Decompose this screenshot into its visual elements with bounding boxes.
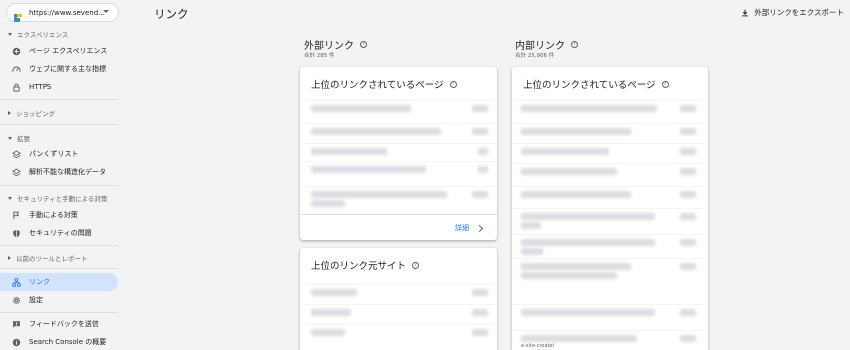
section-legacy-tools[interactable]: 以前のツールとレポート <box>8 253 88 263</box>
table-row[interactable] <box>300 323 497 340</box>
table-row[interactable] <box>512 142 708 159</box>
divider <box>0 99 118 100</box>
chevron-down-icon <box>103 10 109 13</box>
layers-icon <box>12 150 21 159</box>
divider <box>0 268 118 269</box>
layers-icon <box>12 168 21 177</box>
property-url: https://www.sevend... <box>29 8 105 17</box>
card-title: 上位のリンク元サイト? <box>311 258 420 272</box>
lock-icon <box>12 83 21 92</box>
sidebar-item-page-experience[interactable]: ページ エクスペリエンス <box>0 42 118 60</box>
collapse-icon <box>8 196 12 200</box>
table-row[interactable] <box>300 185 497 209</box>
download-icon <box>742 9 749 16</box>
expand-icon <box>8 256 11 260</box>
expand-icon <box>8 111 11 115</box>
table-row[interactable] <box>512 122 708 139</box>
collapse-icon <box>8 136 12 140</box>
table-row[interactable] <box>300 122 497 139</box>
table-row[interactable] <box>300 160 497 177</box>
sidebar-item-core-web-vitals[interactable]: ウェブに関する主な指標 <box>0 60 118 78</box>
divider <box>300 214 497 215</box>
internal-links-total: 合計 25,906 件 <box>515 53 555 59</box>
table-row[interactable] <box>512 162 708 179</box>
table-row[interactable] <box>300 142 497 159</box>
links-icon <box>12 277 21 287</box>
gear-icon <box>12 296 21 305</box>
speed-icon <box>12 65 21 74</box>
help-icon[interactable]: ? <box>360 41 367 48</box>
feedback-icon <box>12 320 21 329</box>
sidebar: https://www.sevend... エクスペリエンス ページ エクスペリ… <box>0 0 126 350</box>
help-icon[interactable]: ? <box>449 80 457 88</box>
table-row[interactable] <box>512 207 708 231</box>
sidebar-item-security-issues[interactable]: セキュリティの問題 <box>0 224 118 242</box>
table-row[interactable] <box>512 185 708 202</box>
sidebar-item-unparsable-structured-data[interactable]: 解析不能な構造化データ <box>0 163 118 181</box>
divider <box>0 185 118 186</box>
section-enhancements[interactable]: 拡張 <box>8 133 30 143</box>
external-links-heading: 外部リンク? <box>304 37 367 52</box>
collapse-icon <box>8 32 12 36</box>
top-linking-sites-card: 上位のリンク元サイト? <box>300 248 497 350</box>
divider <box>0 124 118 125</box>
page-experience-icon <box>12 47 21 56</box>
section-experience[interactable]: エクスペリエンス <box>8 29 68 39</box>
top-linked-pages-external-card: 上位のリンクされているページ? 詳細 <box>300 67 497 240</box>
card-title: 上位のリンクされているページ? <box>523 77 669 91</box>
page-title: リンク <box>154 7 189 21</box>
table-row[interactable] <box>300 303 497 320</box>
internal-links-heading: 内部リンク? <box>515 37 578 52</box>
details-link[interactable]: 詳細 <box>455 223 484 233</box>
divider <box>0 245 118 246</box>
section-security[interactable]: セキュリティと手動による対策 <box>8 193 107 203</box>
sidebar-item-links[interactable]: リンク <box>0 273 118 291</box>
table-row[interactable] <box>512 99 708 116</box>
divider <box>0 312 118 313</box>
sidebar-item-settings[interactable]: 設定 <box>0 291 118 309</box>
search-console-app: https://www.sevend... エクスペリエンス ページ エクスペリ… <box>0 0 850 350</box>
sidebar-item-feedback[interactable]: フィードバックを送信 <box>0 315 118 333</box>
card-title: 上位のリンクされているページ? <box>311 77 457 91</box>
shield-icon <box>12 229 21 238</box>
sidebar-item-https[interactable]: HTTPS <box>0 78 118 96</box>
top-linked-pages-internal-card: 上位のリンクされているページ? e-site-create/ <box>512 67 708 350</box>
table-row[interactable] <box>512 257 708 281</box>
url-snippet: e-site-create/ <box>521 343 555 349</box>
sidebar-item-about[interactable]: Search Console の概要 <box>0 333 118 350</box>
external-links-total: 合計 285 件 <box>304 53 335 59</box>
property-selector[interactable]: https://www.sevend... <box>6 3 119 22</box>
help-icon[interactable]: ? <box>661 80 669 88</box>
section-shopping[interactable]: ショッピング <box>8 108 55 118</box>
sidebar-item-breadcrumbs[interactable]: パンくずリスト <box>0 145 118 163</box>
export-external-links-button[interactable]: 外部リンクをエクスポート <box>741 7 844 18</box>
chevron-right-icon <box>475 224 484 232</box>
help-icon[interactable]: ? <box>571 41 578 48</box>
search-console-logo-icon <box>13 8 23 22</box>
sidebar-item-manual-actions[interactable]: 手動による対策 <box>0 206 118 224</box>
help-icon[interactable]: ? <box>412 261 420 269</box>
info-icon <box>12 338 21 347</box>
table-row[interactable] <box>512 233 708 257</box>
flag-icon <box>12 211 21 220</box>
table-row[interactable] <box>300 99 497 116</box>
table-row[interactable] <box>300 283 497 300</box>
table-row[interactable] <box>512 303 708 320</box>
